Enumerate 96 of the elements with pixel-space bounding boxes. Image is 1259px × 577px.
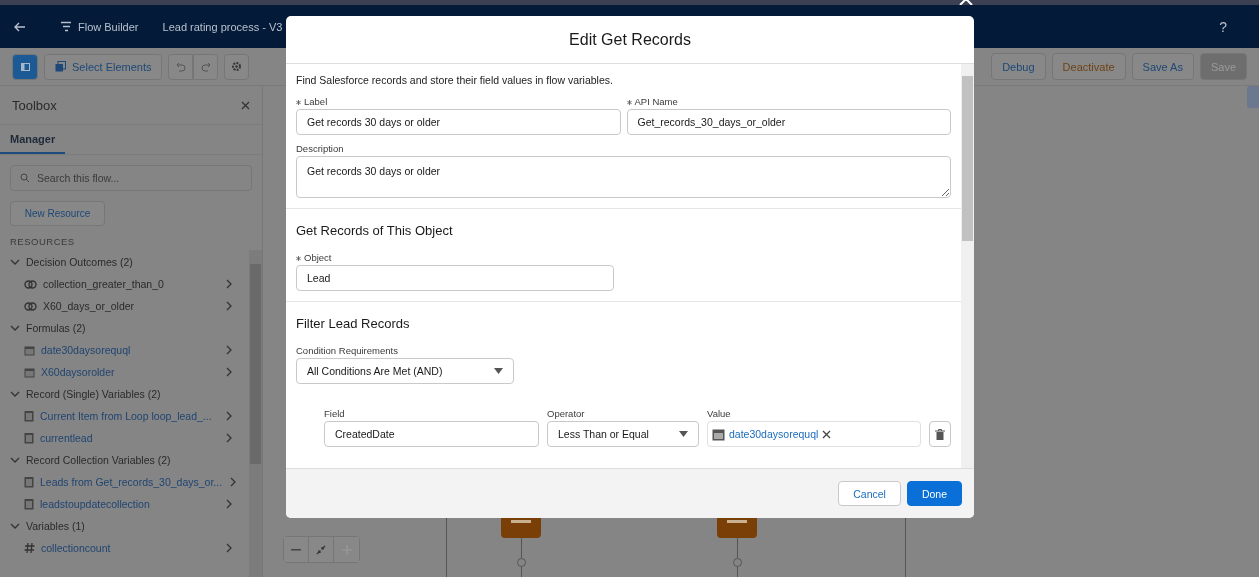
clipboard-icon [24, 476, 34, 488]
toolbar-button[interactable]: Debug [991, 53, 1046, 80]
field-label: Condition Requirements [296, 345, 399, 356]
field-label: Value [707, 408, 732, 419]
api-name-input[interactable]: Get_records_30_days_or_older [626, 109, 951, 135]
resource-item[interactable]: X60daysorolder [41, 366, 218, 378]
calendar-icon [24, 366, 35, 378]
equals-icon [727, 519, 747, 524]
calendar-icon [24, 344, 35, 356]
description-field[interactable]: Get records 30 days or older [296, 156, 951, 198]
resource-item[interactable]: date30daysorequql [41, 344, 218, 356]
tree-group[interactable]: Variables (1) [0, 515, 248, 537]
operator-select[interactable]: Less Than or Equal [547, 421, 699, 447]
dialog-title: Edit Get Records [569, 30, 691, 49]
clipboard-icon [24, 410, 34, 422]
field-input[interactable]: CreatedDate [324, 421, 539, 447]
chevron-down-icon[interactable] [10, 323, 20, 333]
remove-icon[interactable] [822, 429, 832, 439]
resource-item[interactable]: Current Item from Loop loop_lead_... [40, 410, 218, 422]
caret-icon [494, 368, 503, 374]
redo-icon [201, 61, 211, 72]
intro-text: Find Salesforce records and store their field values in flow variables. [296, 74, 614, 86]
done-button[interactable]: Done [906, 481, 962, 506]
section-heading: RESOURCES [10, 236, 76, 247]
connector-node[interactable] [517, 558, 526, 567]
overlapping-circles-icon [24, 279, 37, 289]
back-arrow-icon[interactable] [14, 21, 26, 32]
tree-group[interactable]: Record (Single) Variables (2) [0, 383, 248, 405]
cancel-button[interactable]: Cancel [838, 481, 901, 506]
flow-name: Lead rating process - V3 [162, 20, 283, 33]
delete-button[interactable] [929, 421, 951, 447]
caret-icon [679, 431, 688, 437]
value-field[interactable]: date30daysorequql [707, 421, 921, 447]
trash-icon [935, 428, 945, 440]
resource-item[interactable]: Leads from Get_records_30_days_or... [40, 476, 223, 488]
toolbox-tab[interactable]: Manager [0, 125, 66, 154]
chevron-down-icon[interactable] [10, 257, 20, 267]
chevron-right-icon[interactable] [224, 433, 234, 443]
close-icon[interactable] [241, 100, 250, 110]
chevron-down-icon[interactable] [10, 521, 20, 531]
hash-icon [24, 542, 35, 554]
equals-icon [511, 519, 531, 524]
clipboard-icon [24, 432, 34, 444]
value-text: date30daysorequql [729, 428, 819, 440]
object-input[interactable]: Lead [296, 265, 614, 291]
scrollbar[interactable] [961, 64, 974, 468]
search-icon [20, 173, 30, 183]
chevron-right-icon[interactable] [224, 367, 234, 377]
search-field[interactable]: Search this flow... [10, 165, 252, 191]
resource-item[interactable]: collectioncount [41, 542, 218, 554]
chevron-right-icon[interactable] [224, 543, 234, 553]
toolbar-button[interactable]: Deactivate [1051, 53, 1126, 80]
chevron-down-icon[interactable] [10, 455, 20, 465]
chevron-down-icon[interactable] [10, 389, 20, 399]
label-input[interactable]: Get records 30 days or older [296, 109, 621, 135]
flow-icon [60, 21, 72, 32]
toggle-panel-button[interactable] [12, 53, 38, 80]
panel-icon [20, 62, 30, 71]
field-label: Operator [547, 408, 586, 419]
tree-group[interactable]: Decision Outcomes (2) [0, 251, 248, 273]
overlapping-circles-icon [24, 301, 37, 311]
toolbox-title: Toolbox [12, 97, 57, 113]
section-title: Get Records of This Object [296, 223, 454, 238]
chevron-right-icon[interactable] [224, 411, 234, 421]
chevron-right-icon[interactable] [224, 279, 234, 289]
resource-item[interactable]: X60_days_or_older [43, 300, 218, 312]
minus-icon [291, 548, 301, 551]
field-label: Field [324, 408, 346, 419]
field-label: API Name [626, 96, 951, 107]
toolbar-button[interactable]: Save As [1131, 53, 1194, 80]
resource-item[interactable]: collection_greater_than_0 [43, 278, 218, 290]
field-label: Object [296, 252, 614, 263]
copy-icon [55, 61, 66, 72]
chevron-right-icon[interactable] [224, 345, 234, 355]
section-title: Filter Lead Records [296, 316, 411, 331]
clipboard-icon [24, 498, 34, 510]
undo-icon [176, 61, 186, 72]
field-label: Label [296, 96, 621, 107]
condition-select[interactable]: All Conditions Are Met (AND) [296, 358, 514, 384]
connector-node[interactable] [733, 558, 742, 567]
app-title: Flow Builder [78, 20, 139, 33]
settings-button[interactable] [224, 53, 250, 80]
chevron-right-icon[interactable] [224, 499, 234, 509]
field-label: Description [296, 143, 345, 154]
tree-group[interactable]: Record Collection Variables (2) [0, 449, 248, 471]
settings-icon [231, 61, 243, 72]
select-elements-button[interactable]: Select Elements [44, 53, 163, 80]
tree-group[interactable]: Formulas (2) [0, 317, 248, 339]
chevron-right-icon[interactable] [224, 301, 234, 311]
calendar-icon [712, 427, 725, 441]
resource-item[interactable]: currentlead [40, 432, 218, 444]
resource-item[interactable]: leadstoupdatecollection [40, 498, 218, 510]
scrollbar[interactable] [249, 250, 262, 577]
new-resource-button[interactable]: New Resource [10, 201, 105, 226]
help-menu[interactable]: ? [1219, 18, 1227, 35]
shrink-icon [316, 544, 326, 555]
